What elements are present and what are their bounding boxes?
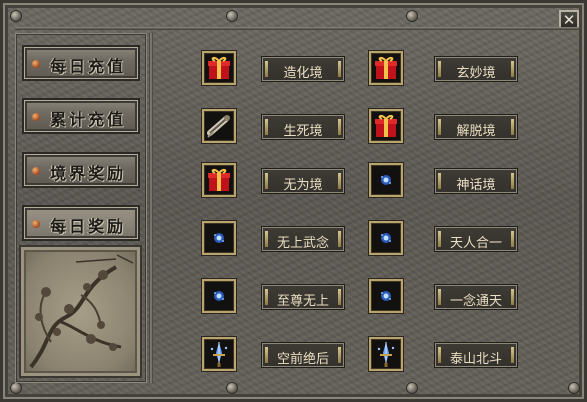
reward-label: 生死境 [261,114,345,140]
tab-label: 累计充值 [50,110,127,129]
corner-rivet [11,383,21,393]
tab-bullet-icon [32,167,40,175]
reward-slot[interactable] [202,221,236,255]
corner-rivet [407,383,417,393]
reward-slot[interactable] [369,51,403,85]
reward-name: 一念通天 [449,294,502,309]
reward-name: 无为境 [283,178,323,193]
reward-name: 天人合一 [449,236,502,251]
corner-rivet [11,11,21,21]
reward-label: 泰山北斗 [434,342,518,368]
reward-name: 解脱境 [456,124,496,139]
reward-name: 至尊无上 [276,294,329,309]
plum-blossom-icon [29,254,134,369]
reward-slot[interactable] [202,337,236,371]
corner-rivet [227,383,237,393]
tab-bullet-icon [32,220,40,228]
reward-label: 解脱境 [434,114,518,140]
tab-bullet-icon [32,60,40,68]
corner-rivet [569,383,579,393]
reward-label: 无为境 [261,168,345,194]
reward-label: 天人合一 [434,226,518,252]
reward-slot[interactable] [202,109,236,143]
reward-label: 神话境 [434,168,518,194]
reward-name: 生死境 [283,124,323,139]
tab-realm-reward[interactable]: 境界奖励 [22,152,140,188]
tab-label: 每日充值 [50,57,127,76]
vertical-divider [149,33,153,383]
reward-name: 造化境 [283,66,323,81]
tab-bullet-icon [32,113,40,121]
reward-slot[interactable] [369,337,403,371]
tab-label: 境界奖励 [50,164,127,183]
reward-name: 玄妙境 [456,66,496,81]
top-divider [15,27,579,30]
reward-name: 神话境 [456,178,496,193]
reward-slot[interactable] [369,109,403,143]
reward-label: 至尊无上 [261,284,345,310]
reward-name: 泰山北斗 [449,352,502,367]
tab-daily-reward[interactable]: 每日奖励 [22,205,140,241]
reward-slot[interactable] [202,163,236,197]
reward-label: 造化境 [261,56,345,82]
reward-label: 无上武念 [261,226,345,252]
reward-slot[interactable] [202,279,236,313]
reward-name: 空前绝后 [276,352,329,367]
plum-blossom-painting [19,245,142,378]
corner-rivet [227,11,237,21]
reward-label: 玄妙境 [434,56,518,82]
reward-name: 无上武念 [276,236,329,251]
tab-daily-recharge[interactable]: 每日充值 [22,45,140,81]
reward-slot[interactable] [202,51,236,85]
reward-slot[interactable] [369,221,403,255]
tab-cumulative-recharge[interactable]: 累计充值 [22,98,140,134]
reward-panel: ✕ 每日充值 累计充值 境界奖励 每日奖励 造化境 玄妙境 生死境 解脱境 无为… [0,0,587,402]
corner-rivet [407,11,417,21]
reward-slot[interactable] [369,163,403,197]
reward-slot[interactable] [369,279,403,313]
tab-label: 每日奖励 [50,217,127,236]
reward-label: 一念通天 [434,284,518,310]
reward-label: 空前绝后 [261,342,345,368]
